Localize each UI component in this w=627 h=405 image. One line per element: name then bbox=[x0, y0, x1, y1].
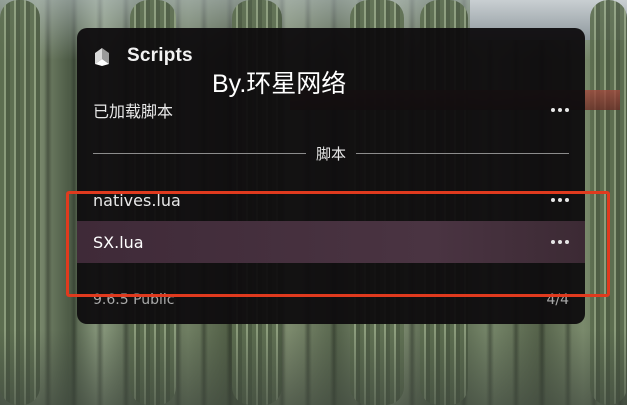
dot bbox=[558, 240, 562, 244]
divider-line bbox=[93, 152, 306, 154]
panel-header: Scripts bbox=[91, 42, 193, 70]
loaded-scripts-label: 已加载脚本 bbox=[93, 102, 174, 121]
script-count: 4/4 bbox=[546, 292, 569, 308]
dot bbox=[565, 108, 569, 112]
dot bbox=[565, 198, 569, 202]
version-label: 9.6.5 Public bbox=[93, 292, 175, 308]
script-item-sx[interactable]: SX.lua bbox=[77, 221, 585, 263]
more-options-icon[interactable] bbox=[551, 195, 569, 205]
panel-title: Scripts bbox=[127, 45, 193, 66]
background-ground bbox=[0, 330, 627, 405]
scripts-section-divider: 脚本 bbox=[93, 143, 570, 163]
scripts-logo-icon bbox=[95, 48, 109, 66]
divider-label: 脚本 bbox=[316, 144, 347, 163]
more-options-icon[interactable] bbox=[551, 237, 569, 247]
dot bbox=[565, 240, 569, 244]
script-item-natives[interactable]: natives.lua bbox=[77, 179, 585, 221]
dot bbox=[558, 198, 562, 202]
script-item-label: SX.lua bbox=[93, 232, 144, 252]
divider-line bbox=[356, 152, 570, 154]
more-options-icon[interactable] bbox=[551, 105, 569, 115]
panel-footer: 9.6.5 Public 4/4 bbox=[93, 290, 569, 310]
dot bbox=[551, 240, 555, 244]
dot bbox=[551, 108, 555, 112]
watermark-text: By.环星网络 bbox=[212, 70, 347, 98]
loaded-scripts-row[interactable]: 已加载脚本 bbox=[77, 98, 585, 122]
script-item-label: natives.lua bbox=[93, 190, 181, 210]
dot bbox=[551, 198, 555, 202]
dot bbox=[558, 108, 562, 112]
